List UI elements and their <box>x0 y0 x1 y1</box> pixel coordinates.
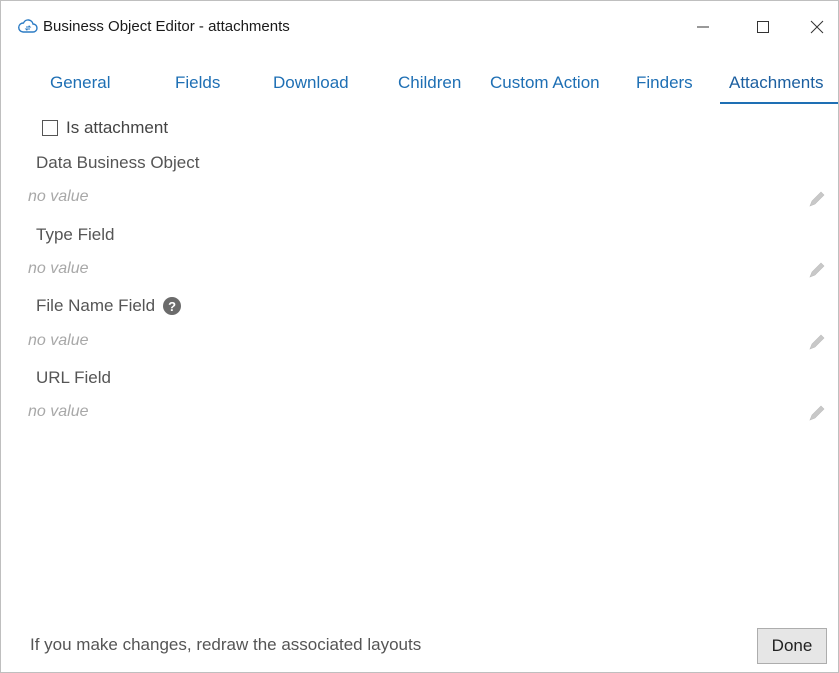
field-label-text: Type Field <box>36 225 115 244</box>
footer-message: If you make changes, redraw the associat… <box>30 635 422 654</box>
minimize-button[interactable] <box>683 9 723 45</box>
done-button[interactable]: Done <box>757 628 827 664</box>
is-attachment-label: Is attachment <box>66 118 169 137</box>
field-label-text: File Name Field <box>36 296 156 315</box>
tab-fields[interactable]: Fields <box>175 73 220 93</box>
file-name-field-value: no value <box>28 332 89 349</box>
pencil-icon[interactable] <box>807 332 827 352</box>
tab-custom-action[interactable]: Custom Action <box>490 73 607 93</box>
url-field-label: URL Field <box>36 368 111 388</box>
tab-children[interactable]: Children <box>398 73 461 93</box>
question-circle-icon[interactable]: ? <box>163 297 182 315</box>
field-label-text: URL Field <box>36 368 111 387</box>
is-attachment-row[interactable]: Is attachment <box>42 117 168 139</box>
close-button[interactable] <box>797 9 837 45</box>
tab-bar: General Fields Download Children Custom … <box>1 63 838 105</box>
field-label-text: Data Business Object <box>36 153 200 172</box>
data-business-object-value: no value <box>28 188 89 205</box>
url-field-value: no value <box>28 403 89 420</box>
active-tab-indicator <box>720 102 838 104</box>
type-field-value: no value <box>28 260 89 277</box>
is-attachment-checkbox[interactable] <box>42 120 58 136</box>
cloud-sync-icon <box>18 19 38 33</box>
title-bar: Business Object Editor - attachments <box>1 1 838 53</box>
file-name-field-label: File Name Field ? <box>36 296 182 316</box>
tab-finders[interactable]: Finders <box>636 73 693 93</box>
tab-general[interactable]: General <box>50 73 110 93</box>
business-object-editor-window: Business Object Editor - attachments Gen… <box>0 0 839 673</box>
tab-attachments[interactable]: Attachments <box>729 73 824 93</box>
pencil-icon[interactable] <box>807 403 827 423</box>
maximize-icon <box>757 21 769 33</box>
type-field-label: Type Field <box>36 225 114 245</box>
pencil-icon[interactable] <box>807 260 827 280</box>
minimize-icon <box>697 26 709 28</box>
pencil-icon[interactable] <box>807 189 827 209</box>
data-business-object-label: Data Business Object <box>36 153 199 173</box>
maximize-button[interactable] <box>743 9 783 45</box>
close-icon <box>810 20 824 34</box>
tab-download[interactable]: Download <box>273 73 349 93</box>
window-title: Business Object Editor - attachments <box>43 18 290 35</box>
